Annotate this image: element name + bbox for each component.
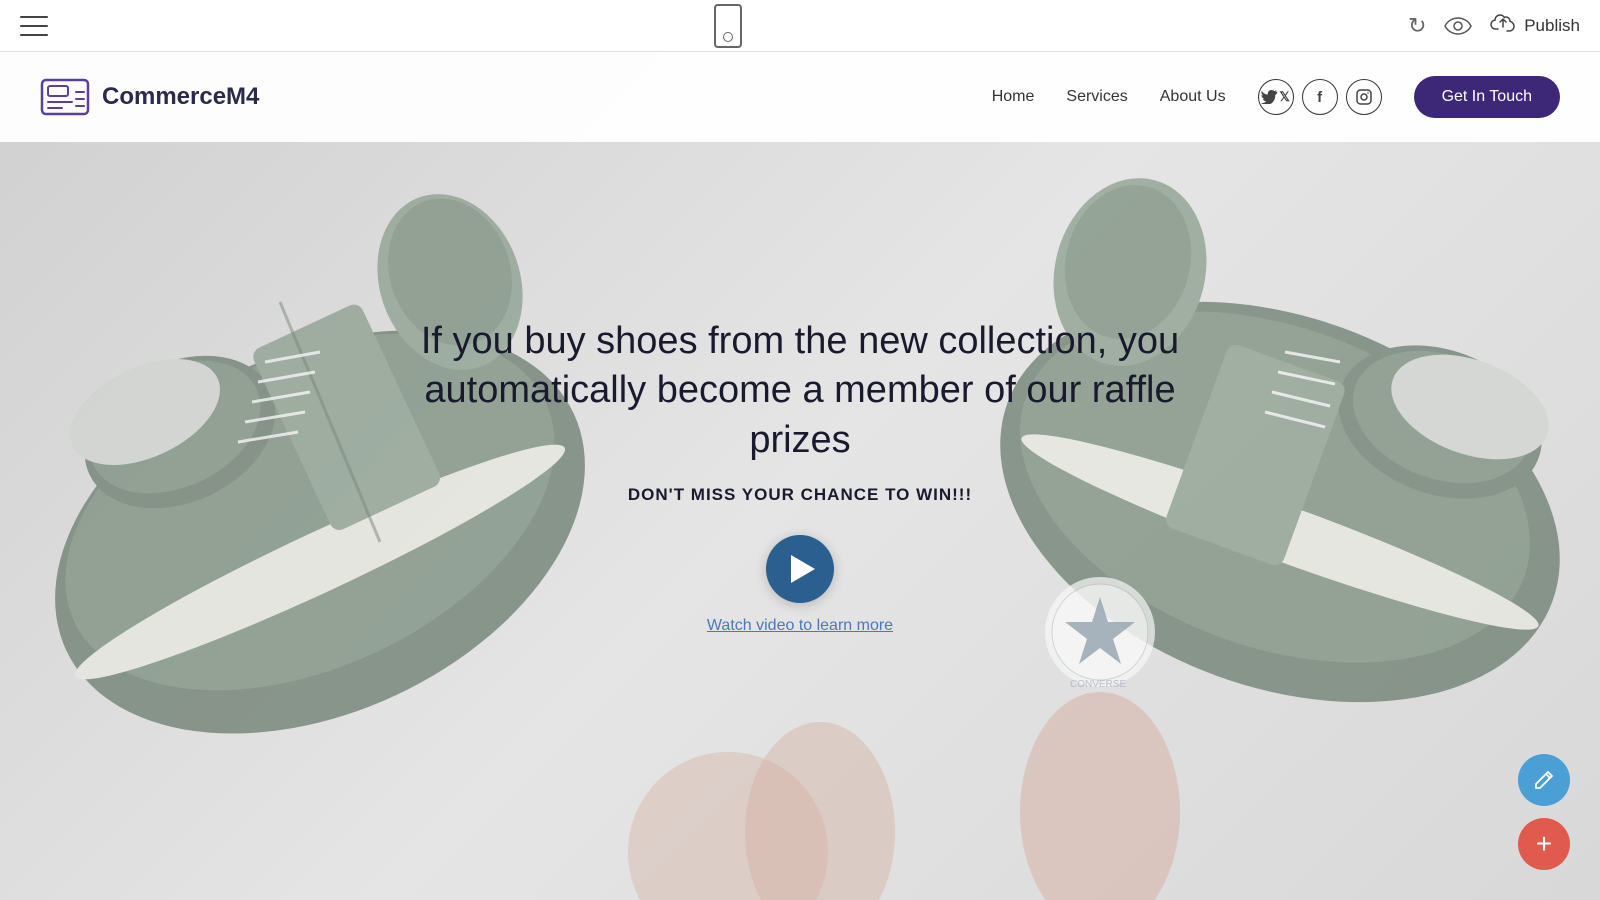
video-play-wrapper: Watch video to learn more [420, 535, 1180, 635]
publish-button[interactable]: Publish [1490, 13, 1580, 38]
instagram-social-icon[interactable] [1346, 79, 1382, 115]
editor-toolbar-left [20, 16, 48, 36]
hero-subheadline: DON'T MISS YOUR CHANCE TO WIN!!! [420, 485, 1180, 505]
fab-add-button[interactable]: + [1518, 818, 1570, 870]
plus-icon: + [1536, 828, 1552, 860]
play-video-button[interactable] [766, 535, 834, 603]
nav-home[interactable]: Home [992, 88, 1035, 106]
hero-section: CONVERSE [0, 52, 1600, 900]
play-triangle-icon [791, 555, 815, 583]
cloud-upload-icon [1490, 13, 1516, 38]
watch-video-label[interactable]: Watch video to learn more [707, 617, 893, 635]
logo-icon [40, 72, 90, 122]
mobile-preview-icon[interactable] [714, 4, 742, 48]
undo-icon[interactable]: ↺ [1408, 13, 1426, 39]
fab-container: + [1518, 754, 1570, 870]
site-title: CommerceM4 [102, 83, 259, 111]
social-icons-group: 𝕏 f [1258, 79, 1382, 115]
hero-headline: If you buy shoes from the new collection… [420, 317, 1180, 465]
website-preview: CONVERSE [0, 52, 1600, 900]
publish-label: Publish [1524, 16, 1580, 36]
preview-eye-icon[interactable] [1444, 17, 1472, 35]
svg-text:CONVERSE: CONVERSE [1070, 679, 1126, 690]
hamburger-menu-icon[interactable] [20, 16, 48, 36]
editor-toolbar-center [714, 4, 742, 48]
facebook-social-icon[interactable]: f [1302, 79, 1338, 115]
site-navigation: CommerceM4 Home Services About Us 𝕏 f [0, 52, 1600, 142]
hero-content: If you buy shoes from the new collection… [400, 297, 1200, 655]
site-nav-links: Home Services About Us 𝕏 f [992, 76, 1560, 118]
nav-about-us[interactable]: About Us [1160, 88, 1226, 106]
nav-services[interactable]: Services [1066, 88, 1127, 106]
editor-toolbar: ↺ Publish [0, 0, 1600, 52]
fab-edit-button[interactable] [1518, 754, 1570, 806]
editor-toolbar-right: ↺ Publish [1408, 13, 1580, 39]
get-in-touch-button[interactable]: Get In Touch [1414, 76, 1560, 118]
twitter-social-icon[interactable]: 𝕏 [1258, 79, 1294, 115]
site-logo: CommerceM4 [40, 72, 259, 122]
